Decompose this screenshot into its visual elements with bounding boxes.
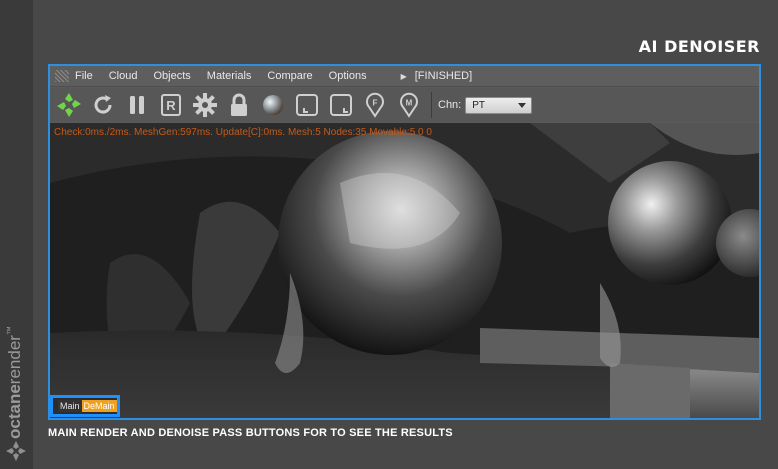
lock-icon bbox=[231, 93, 247, 116]
page-title: AI DENOISER bbox=[638, 37, 760, 56]
menu-objects[interactable]: Objects bbox=[153, 70, 190, 82]
material-pin-m-icon: M bbox=[400, 92, 418, 118]
toolbar-separator bbox=[431, 92, 432, 118]
brand-wordmark-octane: octane bbox=[5, 384, 24, 439]
render-status: [FINISHED] bbox=[414, 70, 473, 82]
refresh-icon bbox=[94, 95, 112, 114]
brand-strip: octanerender™ bbox=[0, 0, 33, 469]
region-r-icon: R bbox=[161, 94, 181, 116]
drag-grip-icon[interactable] bbox=[55, 70, 69, 82]
octane-live-viewer-window: File Cloud Objects Materials Compare Opt… bbox=[48, 64, 761, 420]
channel-label: Chn: bbox=[438, 99, 462, 111]
restart-render-button[interactable] bbox=[89, 91, 117, 119]
pick-focus-button[interactable] bbox=[293, 91, 321, 119]
octane-brand-wordmark: octanerender™ bbox=[2, 279, 28, 439]
material-preview-button[interactable] bbox=[259, 91, 287, 119]
brand-wordmark-render: render bbox=[5, 335, 24, 384]
settings-button[interactable] bbox=[191, 91, 219, 119]
menubar: File Cloud Objects Materials Compare Opt… bbox=[50, 66, 759, 87]
menu-cloud[interactable]: Cloud bbox=[109, 70, 138, 82]
svg-text:R: R bbox=[166, 98, 176, 113]
render-region-button[interactable]: R bbox=[157, 91, 185, 119]
svg-text:octanerender™: octanerender™ bbox=[5, 326, 24, 439]
rendered-scene-image bbox=[50, 123, 759, 418]
focus-pin-f-icon: F bbox=[366, 92, 384, 118]
octane-start-render-button[interactable] bbox=[55, 91, 83, 119]
svg-text:M: M bbox=[406, 99, 413, 108]
menu-file[interactable]: File bbox=[75, 70, 93, 82]
focus-picker-button[interactable]: F bbox=[361, 91, 389, 119]
menu-expand-arrow-icon[interactable]: ▶ bbox=[401, 72, 407, 81]
octane-logo-icon bbox=[57, 93, 81, 117]
picker-region-icon bbox=[330, 94, 352, 116]
material-picker-button[interactable]: M bbox=[395, 91, 423, 119]
brand-wordmark-tm: ™ bbox=[5, 326, 15, 335]
svg-text:F: F bbox=[373, 99, 378, 108]
octane-wordmark-svg: octanerender™ bbox=[5, 326, 24, 439]
render-pass-buttons: Main DeMain bbox=[50, 395, 120, 417]
pause-render-button[interactable] bbox=[123, 91, 151, 119]
pick-region-button[interactable] bbox=[327, 91, 355, 119]
picker-focus-icon bbox=[296, 94, 318, 116]
menu-options[interactable]: Options bbox=[329, 70, 367, 82]
channel-select[interactable]: PT bbox=[465, 96, 533, 114]
menu-compare[interactable]: Compare bbox=[267, 70, 312, 82]
menu-materials[interactable]: Materials bbox=[207, 70, 252, 82]
octane-logo-icon bbox=[4, 439, 28, 463]
pause-icon bbox=[130, 96, 144, 114]
lock-button[interactable] bbox=[225, 91, 253, 119]
render-stats: Check:0ms./2ms. MeshGen:597ms. Update[C]… bbox=[54, 127, 432, 138]
denoise-pass-button[interactable]: DeMain bbox=[81, 400, 117, 412]
caption-text: MAIN RENDER AND DENOISE PASS BUTTONS FOR… bbox=[48, 427, 453, 439]
channel-select-value: PT bbox=[472, 99, 486, 111]
material-ball-icon bbox=[263, 95, 283, 115]
main-pass-button[interactable]: Main bbox=[58, 400, 82, 412]
chevron-down-icon bbox=[518, 102, 527, 108]
gear-icon bbox=[193, 93, 217, 117]
render-viewport[interactable]: Check:0ms./2ms. MeshGen:597ms. Update[C]… bbox=[50, 123, 759, 418]
toolbar: R F M Chn: PT bbox=[50, 88, 759, 122]
